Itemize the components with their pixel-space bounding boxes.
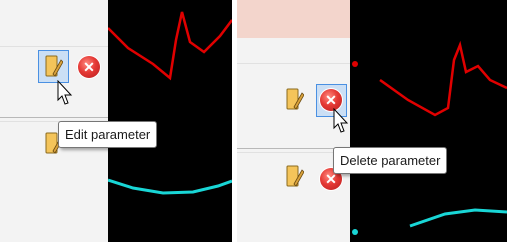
left-screenshot-panel: ✕ Edit parameter — [0, 0, 232, 242]
tooltip-delete-parameter: Delete parameter — [333, 147, 448, 174]
top-banner — [237, 0, 350, 38]
right-screenshot-panel: ✕ ✕ Delete parameter — [237, 0, 507, 242]
pencil-edit-icon[interactable] — [43, 53, 63, 81]
mouse-cursor-icon — [57, 80, 73, 105]
row-separator — [0, 46, 108, 47]
signal-plot — [350, 0, 507, 242]
row-separator — [0, 117, 108, 118]
red-signal-trace — [108, 11, 232, 81]
tooltip-edit-parameter: Edit parameter — [58, 121, 158, 148]
cyan-marker-dot — [352, 229, 358, 235]
delete-x-icon[interactable]: ✕ — [78, 56, 100, 78]
pencil-edit-icon[interactable] — [284, 86, 304, 114]
red-signal-trace — [379, 40, 507, 117]
pencil-edit-icon[interactable] — [284, 163, 304, 191]
cyan-signal-trace — [108, 178, 232, 195]
red-marker-dot — [352, 61, 358, 67]
cyan-signal-trace — [409, 208, 507, 228]
row-separator — [237, 63, 350, 64]
mouse-cursor-icon — [333, 108, 349, 133]
